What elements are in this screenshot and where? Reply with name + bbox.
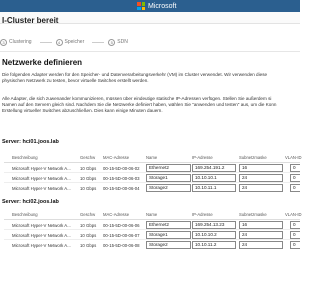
- column-header-description: Beschreibung: [12, 155, 38, 160]
- column-header-mac: MAC-Adresse: [103, 155, 130, 160]
- step-label: Speicher: [64, 39, 85, 45]
- cell-speed: 10 Gbps: [80, 223, 97, 228]
- vlan-id-input[interactable]: 0: [290, 241, 300, 249]
- adapter-name-input[interactable]: Storage1: [146, 231, 191, 239]
- cell-description: Microsoft Hyper-V Network A...: [12, 186, 71, 191]
- column-header-speed: Geschw: [80, 155, 96, 160]
- subnet-mask-input[interactable]: 24: [239, 174, 283, 182]
- adapter-name-input[interactable]: Ethernet2: [146, 221, 191, 229]
- vlan-id-input[interactable]: 0: [290, 184, 300, 192]
- intro-paragraph: Die folgenden Adapter werden für den Spe…: [2, 72, 300, 84]
- step-clustering[interactable]: 3 Clustering: [0, 38, 32, 46]
- brand: Microsoft: [137, 2, 176, 10]
- step-number: 3: [0, 38, 7, 46]
- cell-description: Microsoft Hyper-V Network A...: [12, 166, 71, 171]
- subnet-mask-input[interactable]: 24: [239, 231, 283, 239]
- cell-description: Microsoft Hyper-V Network A...: [12, 233, 71, 238]
- vlan-id-input[interactable]: 0: [290, 221, 300, 229]
- divider: [0, 51, 300, 52]
- cell-mac: 00-15-5D-00-06-06: [103, 223, 140, 228]
- ip-address-input[interactable]: 169.254.13.23: [192, 221, 236, 229]
- cell-mac: 00-15-5D-00-06-04: [103, 186, 140, 191]
- cell-description: Microsoft Hyper-V Network A...: [12, 243, 71, 248]
- paragraph-line: Erstellung virtueller Switches abzuschli…: [2, 108, 163, 113]
- ip-address-input[interactable]: 10.10.10.2: [192, 231, 236, 239]
- step-number: 5: [108, 38, 116, 46]
- cell-speed: 10 Gbps: [80, 166, 97, 171]
- header-divider: [4, 219, 300, 220]
- column-header-name: Name: [146, 155, 158, 160]
- ip-address-input[interactable]: 10.10.11.1: [192, 184, 236, 192]
- step-separator: [39, 41, 52, 43]
- step-sdn[interactable]: 5 SDN: [108, 38, 128, 46]
- cell-speed: 10 Gbps: [80, 186, 97, 191]
- subnet-mask-input[interactable]: 24: [239, 184, 283, 192]
- column-header-description: Beschreibung: [12, 212, 38, 217]
- ip-address-input[interactable]: 10.10.11.2: [192, 241, 236, 249]
- brand-name: Microsoft: [148, 2, 177, 10]
- vlan-id-input[interactable]: 0: [290, 164, 300, 172]
- ip-address-input[interactable]: 169.254.191.2: [192, 164, 236, 172]
- cell-mac: 00-15-5D-00-06-02: [103, 166, 140, 171]
- vlan-id-input[interactable]: 0: [290, 174, 300, 182]
- row-divider: [4, 229, 300, 230]
- column-header-name: Name: [146, 212, 158, 217]
- subnet-mask-input[interactable]: 16: [239, 221, 283, 229]
- header-divider: [4, 162, 300, 163]
- cell-speed: 10 Gbps: [80, 243, 97, 248]
- step-speicher[interactable]: 4 Speicher: [55, 38, 85, 46]
- column-header-vlan: VLAN-ID: [285, 155, 302, 160]
- column-header-ip: IP-Adresse: [192, 212, 213, 217]
- cell-speed: 10 Gbps: [80, 233, 97, 238]
- microsoft-logo-icon: [137, 2, 145, 10]
- vlan-id-input[interactable]: 0: [290, 231, 300, 239]
- ip-address-input[interactable]: 10.10.10.1: [192, 174, 236, 182]
- app-header: Microsoft: [0, 0, 300, 12]
- column-header-vlan: VLAN-ID: [285, 212, 302, 217]
- column-header-speed: Geschw: [80, 212, 96, 217]
- step-label: SDN: [117, 39, 128, 45]
- column-header-subnet: Subnetzmaske: [239, 212, 267, 217]
- column-header-subnet: Subnetzmaske: [239, 155, 267, 160]
- page-title: I-Cluster bereit: [2, 16, 59, 25]
- cell-description: Microsoft Hyper-V Network A...: [12, 223, 71, 228]
- cell-mac: 00-15-5D-00-06-08: [103, 243, 140, 248]
- server-label: Server: hci02.joos.lab: [2, 199, 59, 205]
- step-separator: [92, 41, 105, 43]
- row-divider: [4, 172, 300, 173]
- server-label: Server: hci01.joos.lab: [2, 139, 59, 145]
- column-header-ip: IP-Adresse: [192, 155, 213, 160]
- cell-description: Microsoft Hyper-V Network A...: [12, 176, 71, 181]
- subnet-mask-input[interactable]: 16: [239, 164, 283, 172]
- subnet-mask-input[interactable]: 24: [239, 241, 283, 249]
- instructions-paragraph: Alle Adapter, die sich zuwenander kommun…: [2, 96, 300, 114]
- cell-mac: 00-15-5D-00-06-03: [103, 176, 140, 181]
- title-bar: I-Cluster bereit: [0, 12, 300, 25]
- step-label: Clustering: [9, 39, 32, 45]
- column-header-mac: MAC-Adresse: [103, 212, 130, 217]
- row-divider: [4, 239, 300, 240]
- cell-mac: 00-15-5D-00-06-07: [103, 233, 140, 238]
- step-number: 4: [55, 38, 63, 46]
- adapter-name-input[interactable]: Storage2: [146, 184, 191, 192]
- row-divider: [4, 182, 300, 183]
- adapter-name-input[interactable]: Storage1: [146, 174, 191, 182]
- paragraph-line: physischen Netzwerk zu testen, bevor vir…: [2, 78, 149, 83]
- cell-speed: 10 Gbps: [80, 176, 97, 181]
- section-heading: Netzwerke definieren: [2, 58, 83, 67]
- adapter-name-input[interactable]: Storage2: [146, 241, 191, 249]
- wizard-steps: 3 Clustering 4 Speicher 5 SDN: [0, 37, 300, 47]
- adapter-name-input[interactable]: Ethernet2: [146, 164, 191, 172]
